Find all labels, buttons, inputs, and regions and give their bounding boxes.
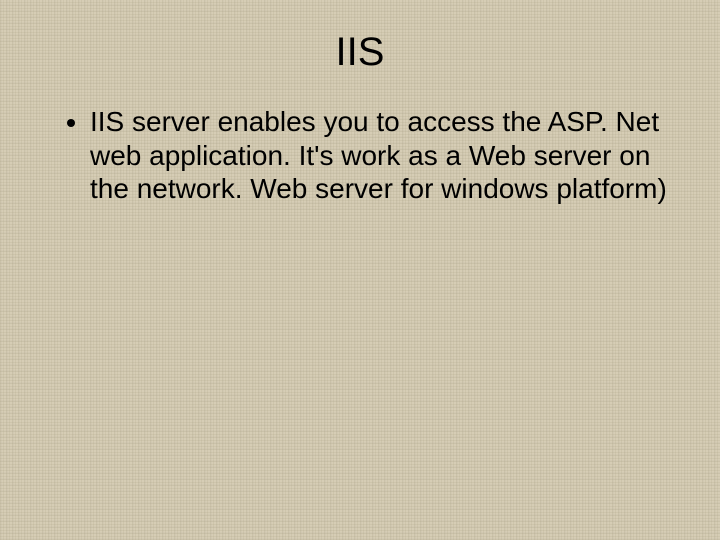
bullet-list: IIS server enables you to access the ASP… xyxy=(40,105,680,206)
slide-title: IIS xyxy=(40,30,680,75)
list-item: IIS server enables you to access the ASP… xyxy=(90,105,680,206)
slide: IIS IIS server enables you to access the… xyxy=(0,0,720,540)
